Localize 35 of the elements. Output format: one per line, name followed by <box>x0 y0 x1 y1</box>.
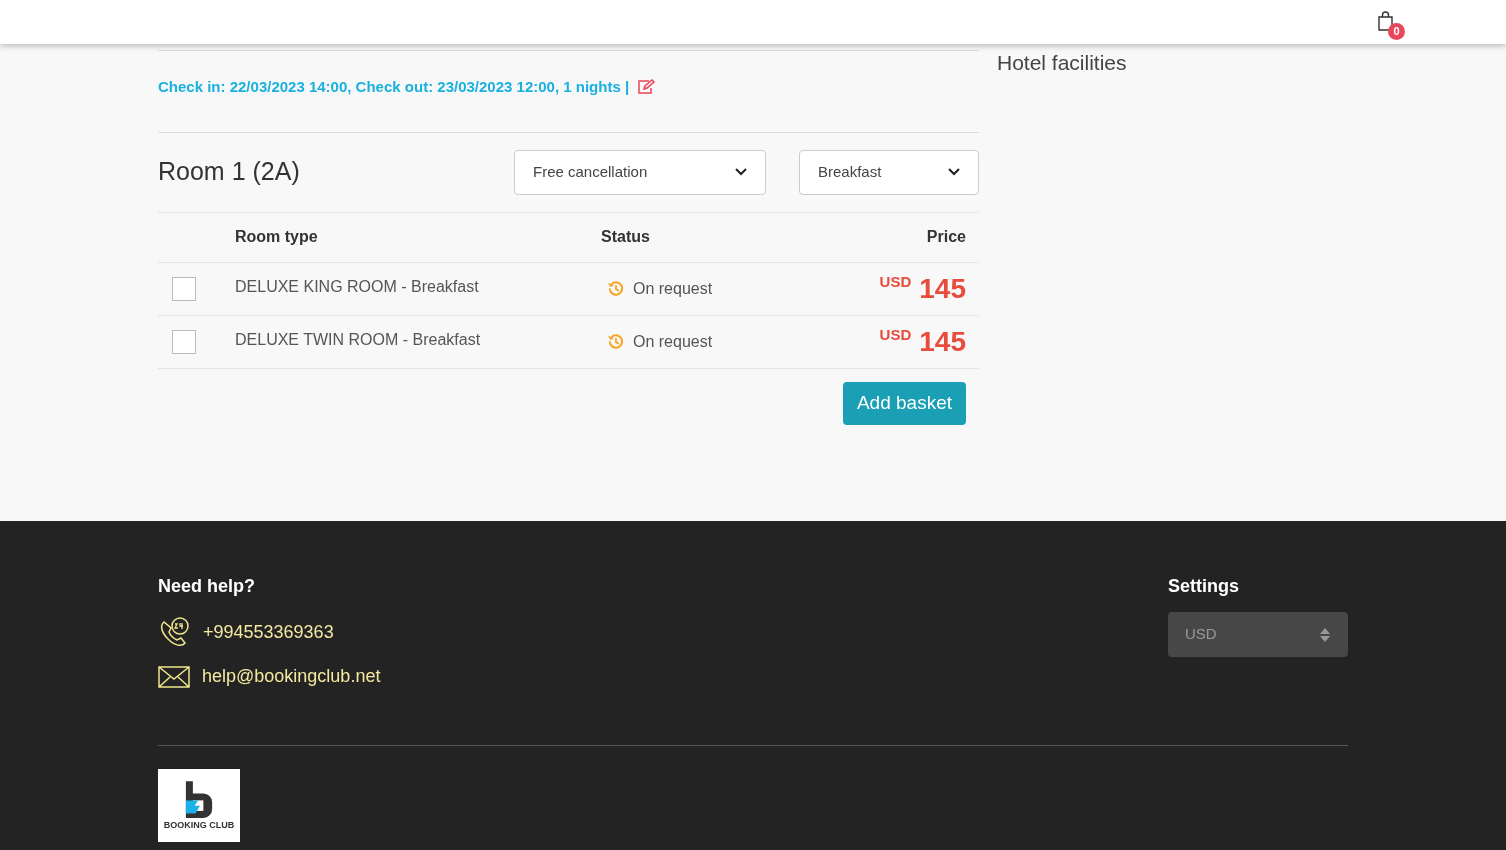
sort-arrows-icon <box>1319 626 1331 643</box>
room-type-text: DELUXE TWIN ROOM - Breakfast <box>235 329 482 350</box>
status-text: On request <box>633 331 713 352</box>
chevron-down-icon <box>735 168 747 176</box>
price-text: 145 <box>919 324 966 359</box>
cancellation-select[interactable]: Free cancellation <box>514 149 766 195</box>
currency-label: USD <box>879 271 912 292</box>
settings-title: Settings <box>1168 575 1240 598</box>
envelope-icon <box>158 665 190 688</box>
logo-mark-icon <box>185 781 213 818</box>
room-type-text: DELUXE KING ROOM - Breakfast <box>235 276 480 297</box>
phone-24-icon <box>158 616 191 649</box>
section-title: Hotel facilities <box>997 51 1127 74</box>
logo-text: BOOKING CLUB <box>163 820 235 830</box>
phone-link[interactable]: +994553369363 <box>203 619 334 646</box>
edit-icon[interactable] <box>637 79 656 96</box>
history-icon <box>606 332 625 351</box>
status-text: On request <box>633 278 713 299</box>
currency-label: USD <box>879 324 912 345</box>
row-checkbox[interactable] <box>172 329 196 354</box>
price-text: 145 <box>919 271 966 306</box>
cart-count-badge: 0 <box>1388 23 1405 40</box>
room-title: Room 1 (2A) <box>158 156 301 188</box>
history-icon <box>606 279 625 298</box>
help-title: Need help? <box>158 575 256 598</box>
column-header: Price <box>926 227 966 247</box>
column-header: Room type <box>235 227 319 247</box>
row-checkbox[interactable] <box>172 276 196 301</box>
email-link[interactable]: help@bookingclub.net <box>202 663 381 690</box>
stay-summary: Check in: 22/03/2023 14:00, Check out: 23/03/2023 12:00, 1 nights | <box>158 77 630 97</box>
shopping-bag-icon[interactable] <box>1377 11 1394 31</box>
logo[interactable]: BOOKING CLUB <box>158 769 240 842</box>
chevron-down-icon <box>948 168 960 176</box>
column-header: Status <box>601 227 650 247</box>
meal-select[interactable]: Breakfast <box>799 149 979 195</box>
